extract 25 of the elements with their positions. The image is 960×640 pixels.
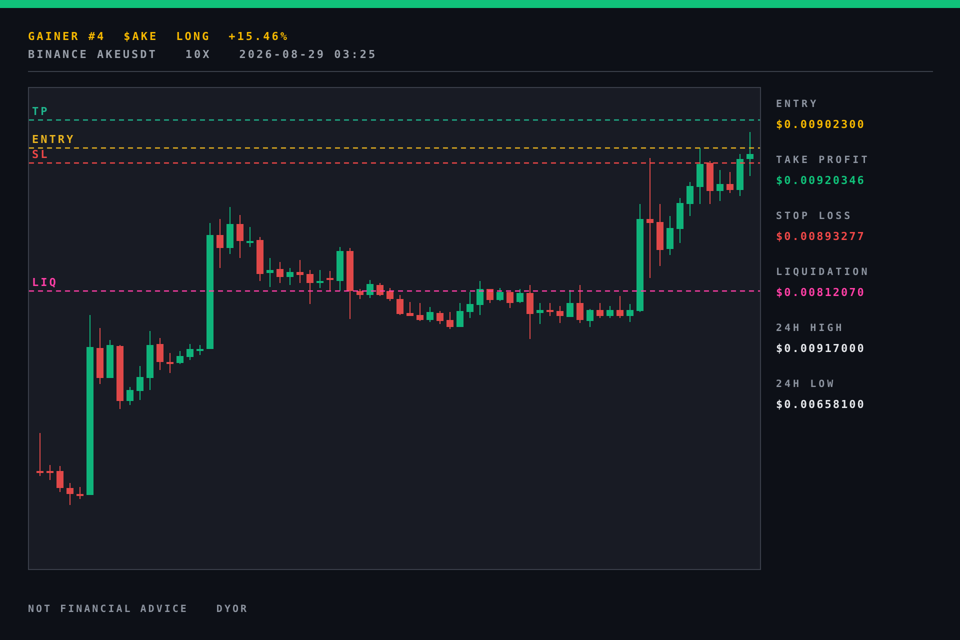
header-title-text: $AKE bbox=[124, 30, 158, 44]
footer-note: DYOR bbox=[216, 603, 249, 617]
stat-label: 24H HIGH bbox=[776, 322, 846, 336]
level-label: SL bbox=[32, 149, 50, 161]
stat-label: LIQUIDATION bbox=[776, 266, 870, 280]
stat-value: $0.00812070 bbox=[776, 286, 866, 300]
stat-value: $0.00893277 bbox=[776, 230, 866, 244]
footer-note: NOT FINANCIAL ADVICE bbox=[28, 603, 188, 617]
stat-value: $0.00658100 bbox=[776, 398, 866, 412]
level-label: TP bbox=[32, 106, 50, 118]
header-title-text: LONG bbox=[176, 30, 211, 44]
stat-value: $0.00920346 bbox=[776, 174, 866, 188]
stat-label: ENTRY bbox=[776, 98, 820, 112]
stat-label: TAKE PROFIT bbox=[776, 154, 870, 168]
header-info-text: BINANCE AKEUSDT bbox=[28, 48, 158, 62]
stat-value: $0.00917000 bbox=[776, 342, 866, 356]
level-label: ENTRY bbox=[32, 134, 76, 146]
header-title-text: GAINER #4 bbox=[28, 30, 106, 44]
stat-label: STOP LOSS bbox=[776, 210, 854, 224]
level-label: LIQ bbox=[32, 277, 58, 289]
header-info-text: 2026-08-29 03:25 bbox=[239, 48, 378, 62]
stat-value: $0.00902300 bbox=[776, 118, 866, 132]
header-title-text: +15.46% bbox=[228, 30, 289, 44]
header-info-text: 10X bbox=[185, 48, 212, 62]
stat-label: 24H LOW bbox=[776, 378, 837, 392]
